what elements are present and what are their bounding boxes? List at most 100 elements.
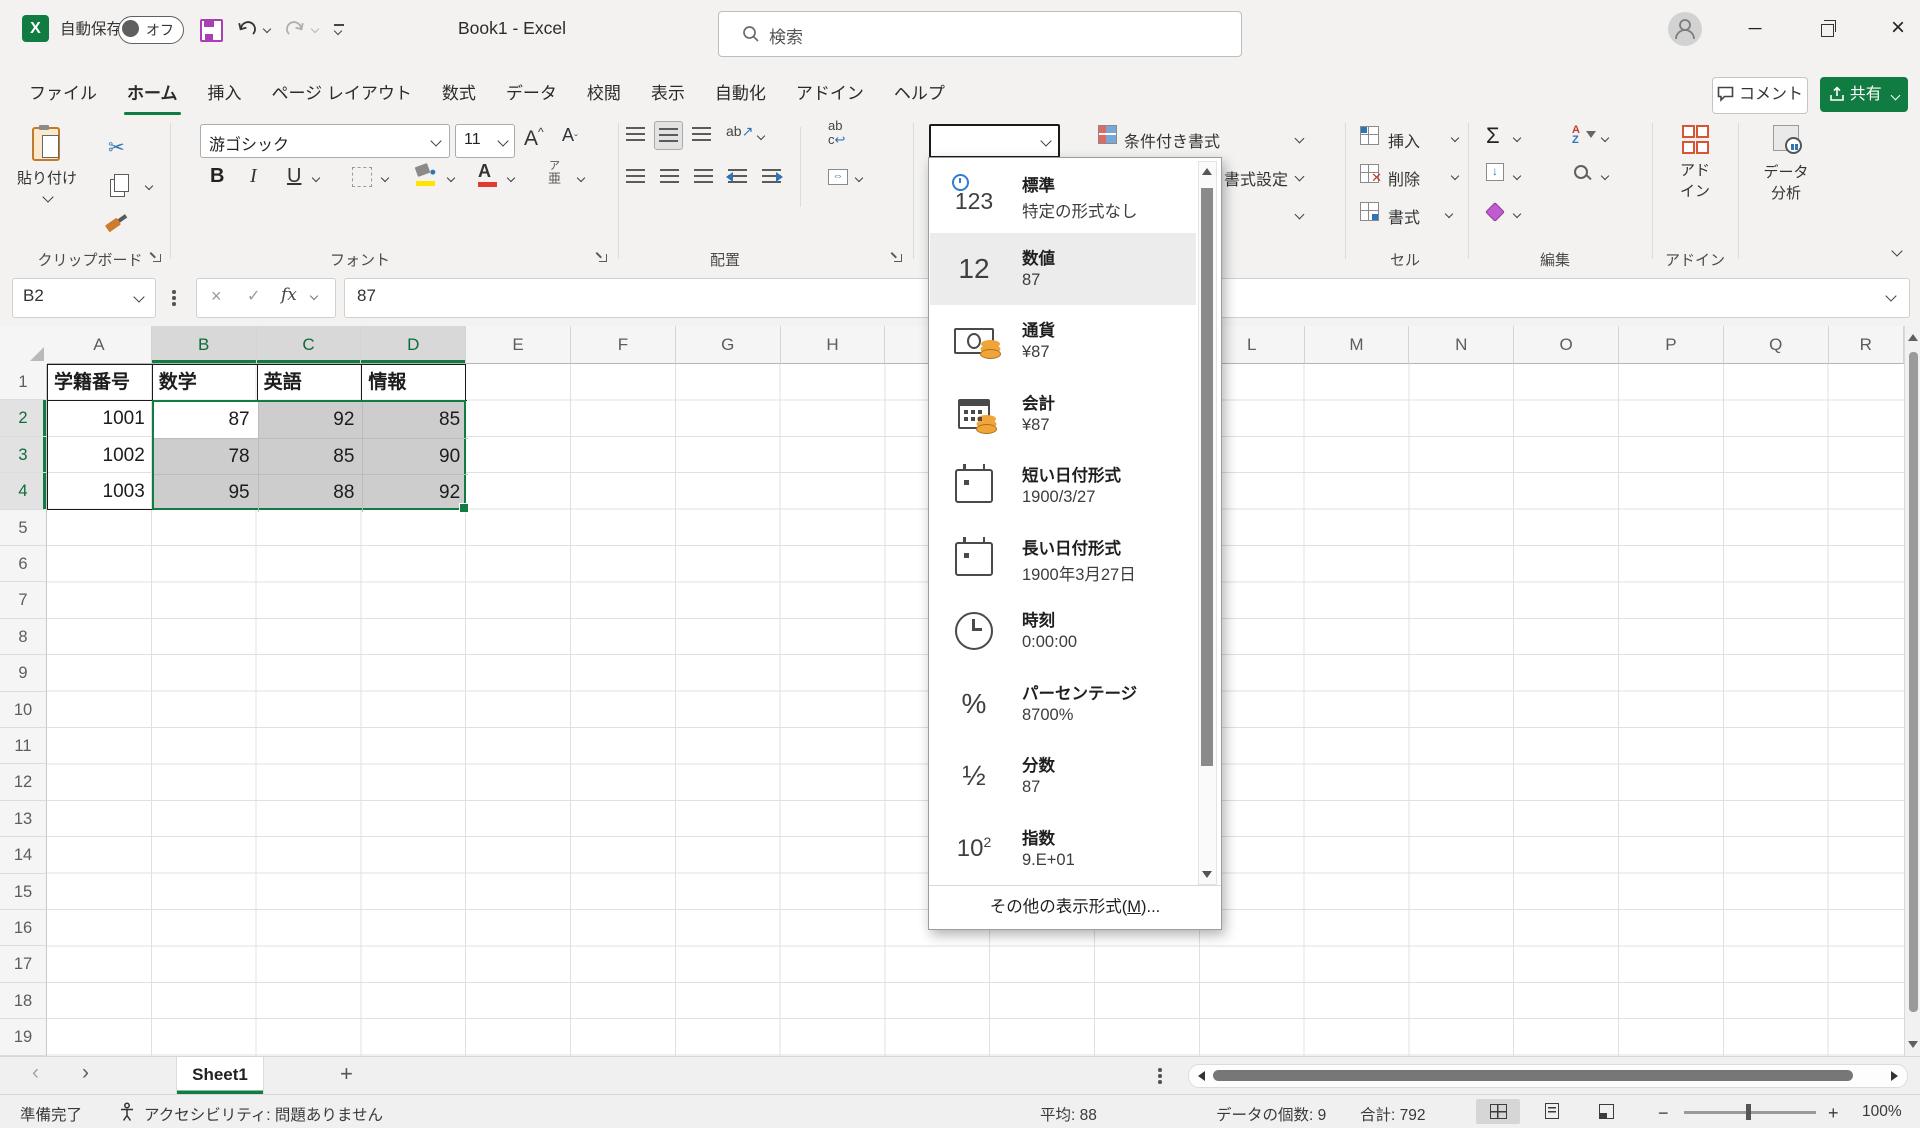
phonetic-button[interactable]: ア 亜 [548,161,561,185]
column-header-F[interactable]: F [571,326,676,364]
decrease-indent-icon[interactable] [728,169,747,183]
horizontal-scroll-thumb[interactable] [1213,1070,1853,1081]
column-header-H[interactable]: H [781,326,886,364]
align-bottom-icon[interactable] [692,127,711,141]
minimize-button[interactable]: ─ [1733,8,1777,48]
number-format-combo[interactable] [929,124,1060,158]
increase-indent-icon[interactable] [762,169,781,183]
tab-ribbon-2[interactable]: 挿入 [193,71,257,117]
format-option-general[interactable]: 123標準特定の形式なし [930,160,1196,233]
grid-cell-C3[interactable]: 85 [259,439,364,475]
underline-dropdown-icon[interactable] [312,174,320,182]
row-header-11[interactable]: 11 [0,728,47,764]
font-dialog-launcher-icon[interactable] [596,251,608,263]
collapse-ribbon-icon[interactable] [1891,245,1902,256]
tab-ribbon-3[interactable]: ページ レイアウト [257,71,427,117]
find-dropdown-icon[interactable] [1601,172,1609,180]
grow-font-button[interactable]: A^ [524,125,544,151]
more-number-formats[interactable]: その他の表示形式(M)... [929,885,1221,929]
font-color-dropdown-icon[interactable] [507,174,515,182]
shrink-font-button[interactable]: Aˇ [562,125,578,146]
grid-cell-C4[interactable]: 88 [259,475,364,511]
row-header-8[interactable]: 8 [0,619,47,655]
clear-icon[interactable] [1485,202,1505,222]
column-header-D[interactable]: D [361,326,466,364]
column-header-G[interactable]: G [676,326,781,364]
column-header-B[interactable]: B [152,326,257,364]
row-header-7[interactable]: 7 [0,582,47,618]
format-option-number[interactable]: 12数値87 [930,233,1196,306]
row-header-17[interactable]: 17 [0,946,47,982]
tab-home[interactable]: ホーム [112,71,193,117]
undo-dropdown-icon[interactable] [263,25,271,33]
format-option-currency[interactable]: 通貨¥87 [930,305,1196,378]
column-header-C[interactable]: C [257,326,362,364]
fill-dropdown-icon[interactable] [1513,172,1521,180]
excel-logo-icon[interactable]: X [22,15,49,42]
grid-cell-D4[interactable]: 92 [363,475,468,511]
format-painter-icon[interactable] [105,218,121,233]
menu-scroll-down-icon[interactable] [1202,871,1212,878]
align-left-icon[interactable] [626,169,645,183]
paste-button[interactable]: 貼り付け [16,125,78,217]
column-header-Q[interactable]: Q [1724,326,1829,364]
tabbar-splitter[interactable] [1158,1068,1162,1072]
fill-color-dropdown-icon[interactable] [447,174,455,182]
table-header-cell[interactable]: 情報 [362,365,467,401]
insert-dropdown-icon[interactable] [1451,134,1459,142]
autosum-icon[interactable]: Σ [1486,123,1500,149]
column-header-O[interactable]: O [1514,326,1619,364]
font-size-combo[interactable]: 11 [455,124,515,158]
zoom-slider-thumb[interactable] [1746,1104,1751,1120]
orientation-icon[interactable]: ab↗ [726,123,753,140]
merge-center-icon[interactable]: ⇔ [828,169,848,185]
enter-formula-icon[interactable]: ✓ [247,286,260,306]
column-header-N[interactable]: N [1409,326,1514,364]
view-page-layout-button[interactable] [1530,1099,1574,1124]
row-header-16[interactable]: 16 [0,910,47,946]
select-all-corner[interactable] [0,326,48,365]
scroll-down-icon[interactable] [1908,1041,1918,1048]
format-option-fraction[interactable]: ½分数87 [930,740,1196,813]
next-sheet-icon[interactable]: › [82,1061,89,1085]
row-header-9[interactable]: 9 [0,655,47,691]
wrap-text-icon[interactable]: abc↩ [828,119,845,148]
sort-filter-dropdown-icon[interactable] [1601,134,1609,142]
align-top-icon[interactable] [626,127,645,141]
menu-scroll-thumb[interactable] [1201,188,1213,766]
scroll-left-icon[interactable] [1198,1071,1205,1081]
delete-dropdown-icon[interactable] [1451,172,1459,180]
expand-formula-bar-icon[interactable] [1885,290,1896,301]
copy-dropdown-icon[interactable] [145,182,153,190]
accessibility-icon[interactable] [118,1102,136,1122]
conditional-formatting-label[interactable]: 条件付き書式 [1124,128,1220,152]
bold-button[interactable]: B [210,165,224,188]
tab-ribbon-4[interactable]: 数式 [427,71,491,117]
row-header-13[interactable]: 13 [0,801,47,837]
orientation-dropdown-icon[interactable] [757,132,765,140]
tab-ribbon-10[interactable]: ヘルプ [879,71,960,117]
comments-button[interactable]: コメント [1712,77,1808,114]
name-box-splitter[interactable] [172,290,176,294]
format-as-table-dropdown-icon[interactable] [1295,172,1305,182]
tab-file[interactable]: ファイル [14,71,112,117]
cancel-formula-icon[interactable]: × [211,286,222,307]
insert-function-icon[interactable]: fx [281,285,297,305]
column-header-R[interactable]: R [1829,326,1904,364]
table-header-cell[interactable]: 学籍番号 [48,365,153,401]
autosave-toggle[interactable]: オフ [118,16,184,44]
view-normal-button[interactable] [1476,1099,1520,1124]
column-header-E[interactable]: E [466,326,571,364]
conditional-formatting-dropdown-icon[interactable] [1295,134,1305,144]
name-box[interactable]: B2 [12,278,156,318]
search-box[interactable]: 検索 [718,11,1242,57]
align-right-icon[interactable] [694,169,713,183]
row-header-15[interactable]: 15 [0,874,47,910]
tab-ribbon-7[interactable]: 表示 [636,71,700,117]
format-as-table-label-partial[interactable]: 書式設定 [1224,166,1288,190]
table-header-cell[interactable]: 英語 [258,365,363,401]
format-option-scientific[interactable]: 102指数9.E+01 [930,813,1196,886]
scroll-up-icon[interactable] [1908,334,1918,341]
underline-button[interactable]: U [287,165,301,188]
sheet-tab-sheet1[interactable]: Sheet1 [176,1057,264,1094]
